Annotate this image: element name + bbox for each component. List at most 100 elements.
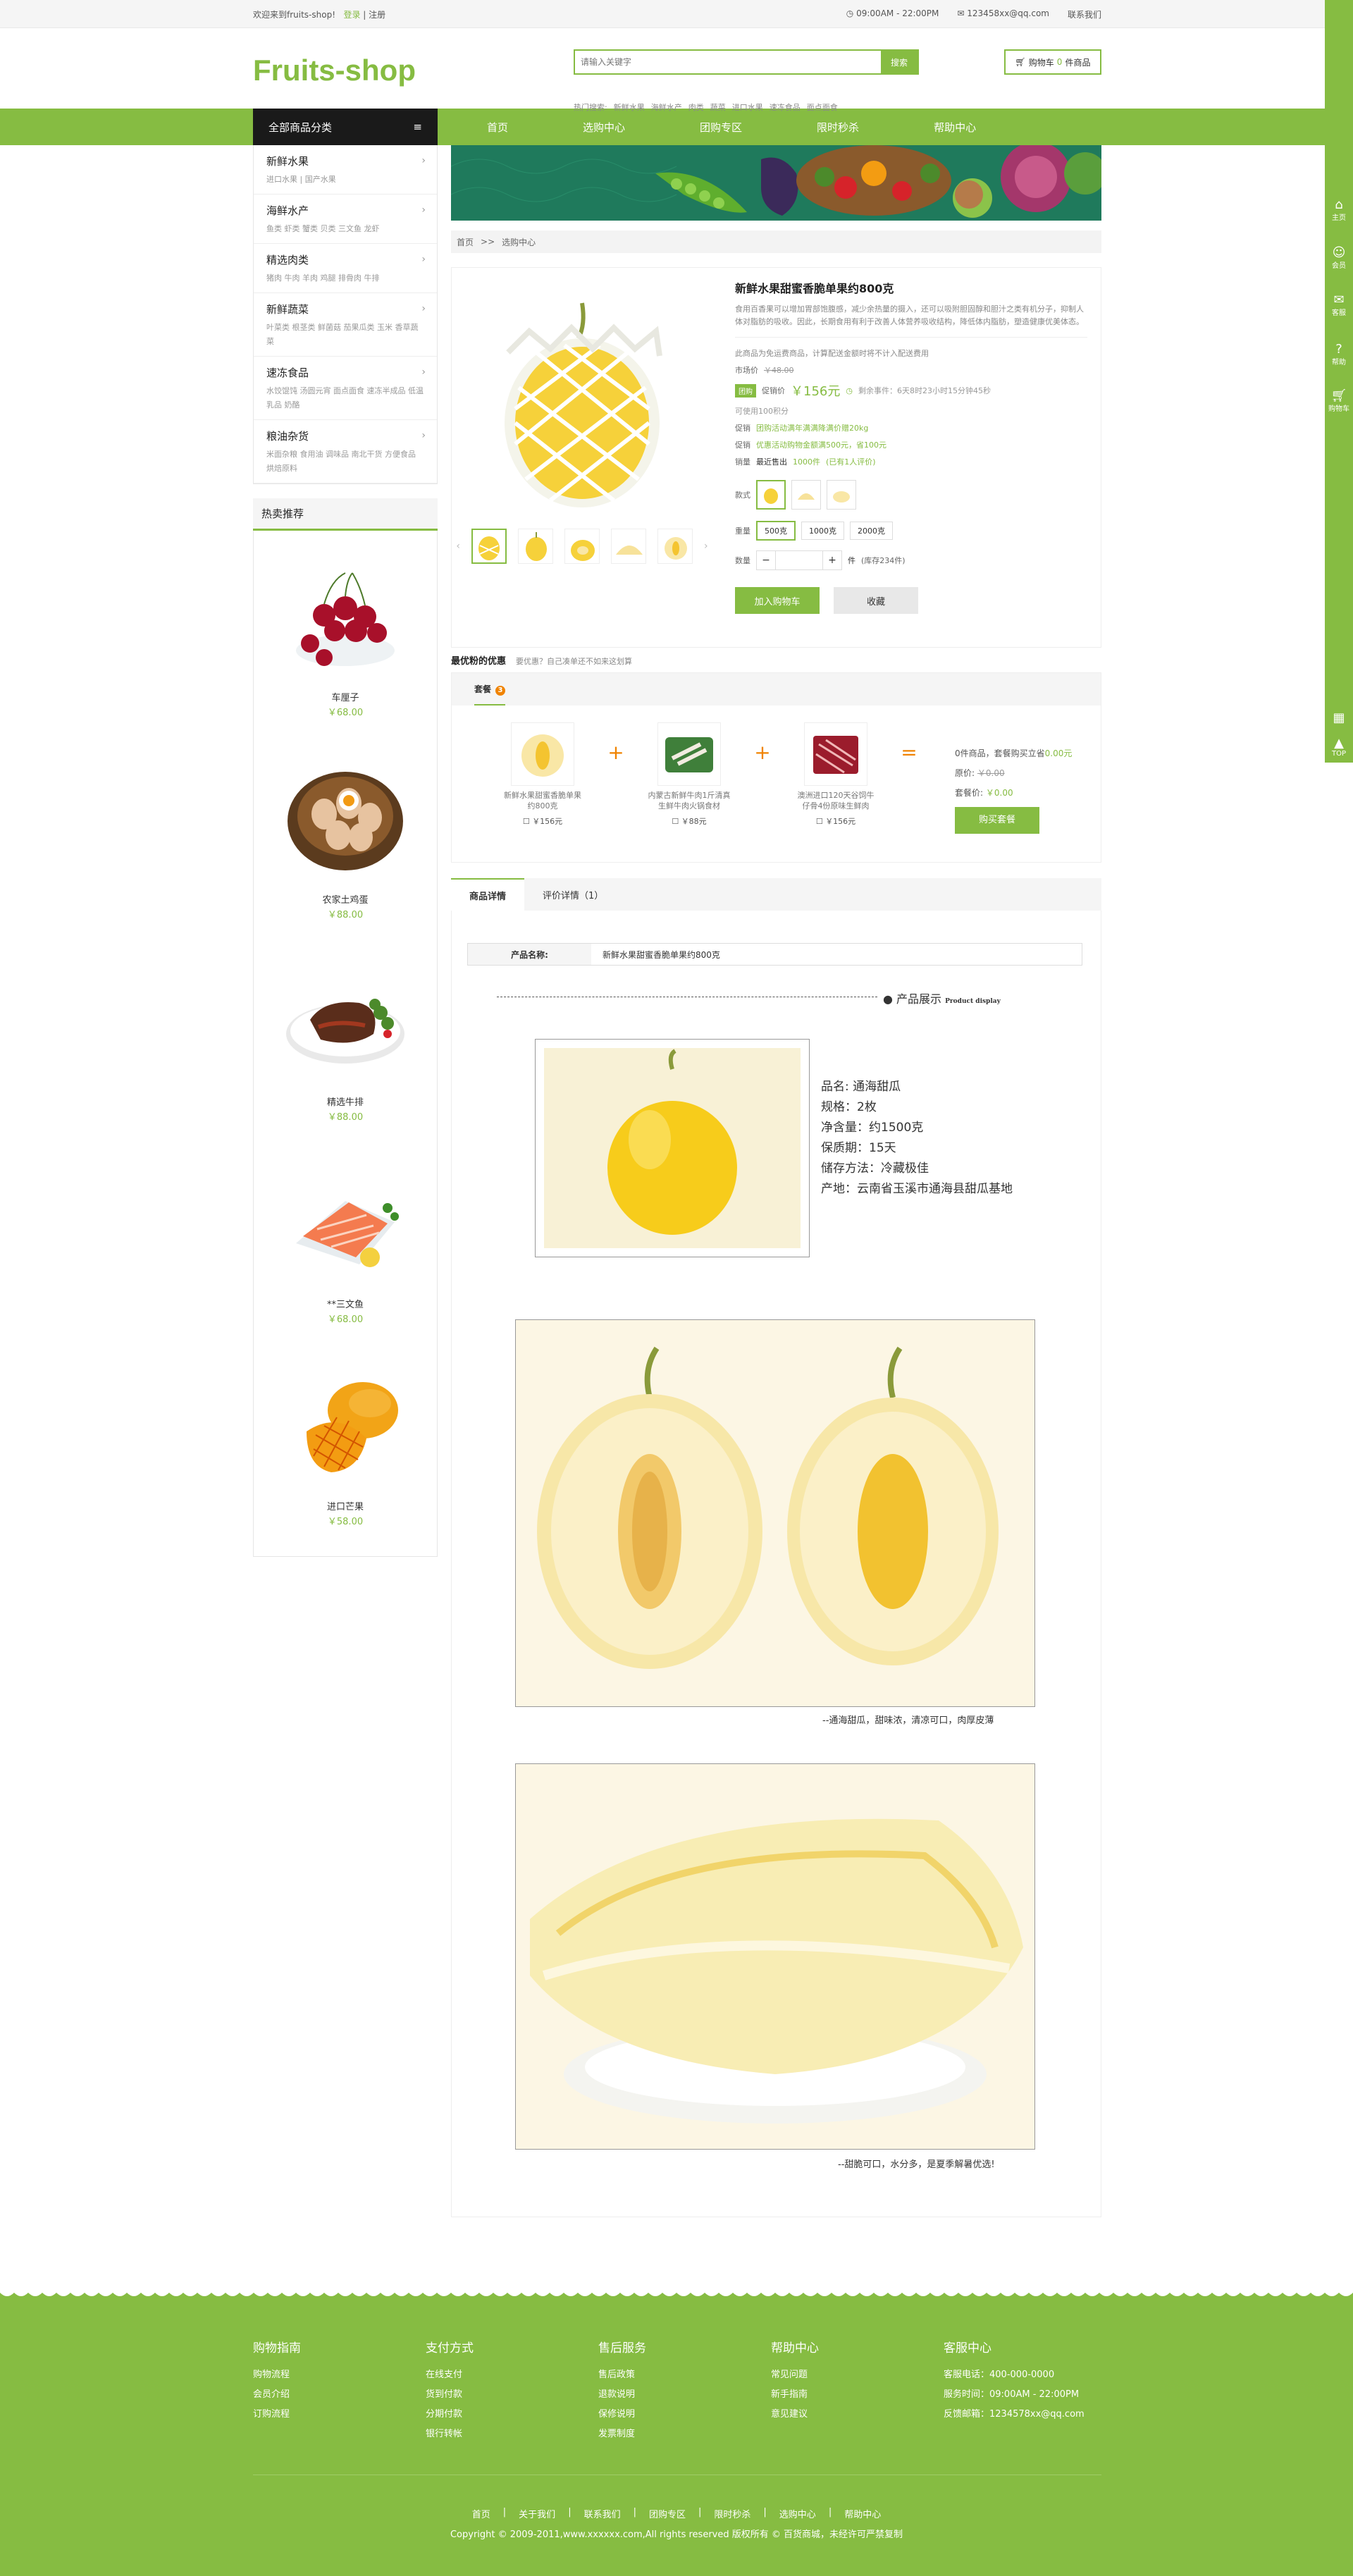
footer-link[interactable]: 在线支付: [426, 2369, 462, 2380]
category-item[interactable]: 粮油杂货 米面杂粮 食用油 调味品 南北干货 方便食品 烘焙原料 ›: [254, 420, 437, 483]
category-item[interactable]: 新鲜蔬菜 叶菜类 根茎类 鲜菌菇 茄果瓜类 玉米 香草蔬菜 ›: [254, 293, 437, 357]
weight-option[interactable]: 1000克: [801, 522, 844, 540]
plus-icon[interactable]: +: [823, 551, 841, 569]
style-option[interactable]: [827, 480, 856, 510]
nav-group-buy[interactable]: 团购专区: [700, 109, 772, 145]
sidebar: 新鲜水果 进口水果 | 国产水果 › 海鲜水产 鱼类 虾类 蟹类 贝类 三文鱼 龙虾 ›…: [253, 145, 438, 1557]
quantity-input[interactable]: [775, 551, 823, 569]
footer-link[interactable]: 购物流程: [253, 2369, 290, 2380]
combo-item[interactable]: 新鲜水果甜蜜香脆单果约800克 ☐ ￥156元: [501, 722, 584, 827]
footer-nav-link[interactable]: 团购专区: [649, 2507, 686, 2520]
sales-count: 1000件: [793, 457, 820, 467]
chevron-right-icon: ›: [421, 366, 426, 378]
thumbnail[interactable]: [657, 529, 693, 564]
steak-image[interactable]: [282, 956, 409, 1083]
hot-item[interactable]: 精选牛排 ￥88.00: [254, 935, 437, 1138]
tab-combo[interactable]: 套餐 3: [474, 673, 506, 705]
cart-button[interactable]: 🛒︎ 购物车 0 件商品: [1004, 49, 1101, 75]
login-link[interactable]: 登录: [343, 10, 360, 20]
hot-item[interactable]: **三文鱼 ￥68.00: [254, 1138, 437, 1340]
combo-item-image: [511, 722, 574, 786]
footer-nav-link[interactable]: 关于我们: [519, 2507, 555, 2520]
buy-combo-button[interactable]: 购买套餐: [955, 807, 1039, 834]
footer-link[interactable]: 退款说明: [598, 2389, 635, 2400]
nav-shop-center[interactable]: 选购中心: [583, 109, 655, 145]
thumbnail[interactable]: [518, 529, 553, 564]
footer-link[interactable]: 订购流程: [253, 2409, 290, 2420]
weight-option[interactable]: 500克: [756, 521, 796, 541]
tab-product-details[interactable]: 商品详情: [451, 878, 525, 911]
style-option[interactable]: [791, 480, 821, 510]
rbar-service[interactable]: ✉ 客服: [1325, 294, 1353, 318]
checkbox[interactable]: ☐: [672, 817, 679, 826]
hot-item[interactable]: 进口芒果 ￥58.00: [254, 1340, 437, 1542]
weight-option[interactable]: 2000克: [850, 522, 893, 540]
register-link[interactable]: 注册: [369, 10, 385, 20]
footer-link[interactable]: 保修说明: [598, 2409, 635, 2420]
all-categories-button[interactable]: 全部商品分类 ≡: [253, 109, 438, 145]
footer-link[interactable]: 货到付款: [426, 2389, 462, 2400]
breadcrumb-home[interactable]: 首页: [457, 236, 474, 248]
footer-link[interactable]: 新手指南: [771, 2389, 808, 2400]
footer-link[interactable]: 售后政策: [598, 2369, 635, 2380]
add-to-cart-button[interactable]: 加入购物车: [735, 587, 820, 614]
user-icon: ☺: [1332, 245, 1346, 260]
rbar-qrcode[interactable]: ▦: [1325, 712, 1353, 725]
nav-flash-sale[interactable]: 限时秒杀: [817, 109, 889, 145]
footer-nav-link[interactable]: 限时秒杀: [714, 2507, 750, 2520]
separator: |: [698, 2507, 702, 2518]
thumbnail[interactable]: [564, 529, 600, 564]
search-input[interactable]: [575, 51, 881, 73]
site-logo[interactable]: Fruits-shop: [253, 54, 416, 87]
rbar-cart[interactable]: 🛒︎ 购物车: [1325, 390, 1353, 414]
rbar-top[interactable]: ▲ TOP: [1325, 737, 1353, 758]
thumbnail[interactable]: [611, 529, 646, 564]
checkbox[interactable]: ☐: [816, 817, 823, 826]
minus-icon[interactable]: −: [757, 551, 775, 569]
footer-column-title: 支付方式: [426, 2341, 474, 2355]
chevron-right-icon[interactable]: ›: [704, 541, 708, 552]
hot-item[interactable]: 车厘子 ￥68.00: [254, 531, 437, 733]
footer-nav-link[interactable]: 帮助中心: [844, 2507, 881, 2520]
combo-item[interactable]: 内蒙古新鲜牛肉1斤清真生鲜牛肉火锅食材 ☐ ￥88元: [648, 722, 731, 827]
chevron-left-icon[interactable]: ‹: [456, 541, 460, 552]
rbar-home[interactable]: ⌂ 主页: [1325, 199, 1353, 223]
salmon-image[interactable]: [282, 1159, 409, 1286]
cherry-image[interactable]: [282, 552, 409, 679]
footer-nav-link[interactable]: 选购中心: [779, 2507, 816, 2520]
category-sub: 猪肉 牛肉 羊肉 鸡腿 排骨肉 牛排: [266, 273, 380, 283]
breadcrumb-current[interactable]: 选购中心: [502, 236, 536, 248]
footer-nav-link[interactable]: 首页: [472, 2507, 490, 2520]
rbar-member[interactable]: ☺ 会员: [1325, 245, 1353, 271]
footer-link[interactable]: 会员介绍: [253, 2389, 290, 2400]
nav-help[interactable]: 帮助中心: [934, 109, 1006, 145]
footer-link[interactable]: 分期付款: [426, 2409, 462, 2420]
showcase-subtitle: Product display: [945, 998, 1001, 1005]
footer-link[interactable]: 银行转帐: [426, 2429, 462, 2439]
favorite-button[interactable]: 收藏: [834, 587, 918, 614]
tab-reviews[interactable]: 评价详情 （1）: [524, 878, 622, 911]
category-item[interactable]: 速冻食品 水饺馄饨 汤圆元宵 面点面食 速冻半成品 低温乳品 奶酪 ›: [254, 357, 437, 420]
footer-link[interactable]: 意见建议: [771, 2409, 808, 2420]
hot-item[interactable]: 农家土鸡蛋 ￥88.00: [254, 733, 437, 935]
footer-nav-link[interactable]: 联系我们: [584, 2507, 621, 2520]
category-item[interactable]: 精选肉类 猪肉 牛肉 羊肉 鸡腿 排骨肉 牛排 ›: [254, 244, 437, 293]
plus-icon: +: [607, 741, 624, 764]
category-item[interactable]: 海鲜水产 鱼类 虾类 蟹类 贝类 三文鱼 龙虾 ›: [254, 195, 437, 244]
eggs-image[interactable]: [282, 754, 409, 881]
mango-image[interactable]: [282, 1361, 409, 1488]
review-count[interactable]: (已有1人评价): [826, 456, 876, 467]
footer-link[interactable]: 发票制度: [598, 2429, 635, 2439]
category-title: 精选肉类: [266, 254, 309, 266]
contact-link[interactable]: 联系我们: [1068, 8, 1101, 20]
style-option[interactable]: [756, 480, 786, 510]
search-button[interactable]: 搜索: [881, 51, 918, 73]
checkbox[interactable]: ☐: [523, 817, 530, 826]
rbar-help[interactable]: ? 帮助: [1325, 343, 1353, 367]
footer-link[interactable]: 常见问题: [771, 2369, 808, 2380]
nav-home[interactable]: 首页: [487, 109, 538, 145]
tab-reviews-label: 评价详情: [543, 890, 580, 901]
thumbnail[interactable]: [471, 529, 507, 564]
combo-item[interactable]: 澳洲进口120天谷饲牛仔骨4份原味生鲜肉 ☐ ￥156元: [794, 722, 877, 827]
category-item[interactable]: 新鲜水果 进口水果 | 国产水果 ›: [254, 145, 437, 195]
